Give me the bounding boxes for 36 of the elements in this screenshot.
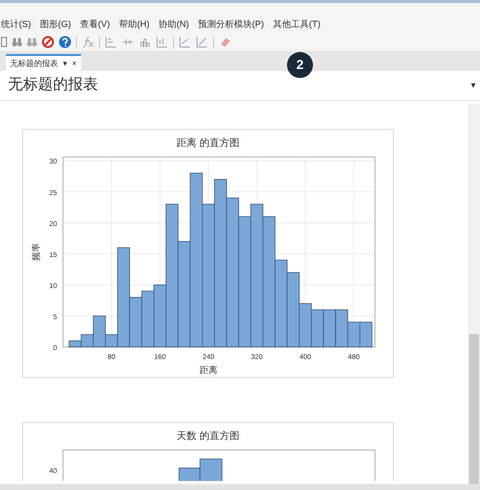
function-icon[interactable] [82, 36, 94, 48]
chart-tool-icon[interactable] [105, 36, 117, 48]
scatter-icon[interactable] [179, 36, 191, 48]
page-icon[interactable] [1, 37, 7, 47]
scrollbar[interactable] [468, 104, 480, 484]
x-axis-label: 距离 [199, 365, 218, 375]
tab-menu-button[interactable]: ▾ [63, 58, 67, 70]
menu-item[interactable]: 统计(S) [1, 18, 31, 32]
binoculars-icon[interactable] [27, 37, 37, 47]
report-title: 无标题的报表 [8, 75, 98, 96]
step-badge: 2 [287, 52, 313, 78]
menu-item[interactable]: 预测分析模块(P) [198, 18, 264, 32]
close-tab-button[interactable]: × [72, 58, 77, 70]
chart-title: 距离 的直方图 [176, 138, 240, 149]
menu-item[interactable]: 图形(G) [40, 18, 71, 32]
histogram-bar [323, 309, 336, 348]
chart-title: 天数 的直方图 [176, 431, 240, 442]
cancel-icon[interactable] [42, 36, 54, 48]
menu-item[interactable]: 其他工具(T) [273, 18, 320, 32]
scatter-icon[interactable] [196, 36, 208, 48]
eraser-icon[interactable] [219, 36, 231, 48]
help-icon[interactable] [59, 36, 71, 48]
histogram-bar [141, 290, 154, 348]
scrollbar-thumb[interactable] [469, 334, 479, 484]
histogram-bar [360, 322, 372, 348]
chart-tool-icon[interactable] [122, 36, 134, 48]
tab-label: 无标题的报表 [10, 58, 58, 70]
y-axis-label: 频率 [31, 243, 41, 261]
histogram-bar [311, 309, 324, 348]
binoculars-icon[interactable] [12, 37, 22, 47]
menu-item[interactable]: 协助(N) [158, 18, 189, 32]
document-tab[interactable]: 无标题的报表 ▾ × [6, 54, 81, 71]
chart-tool-icon[interactable] [139, 36, 151, 48]
menu-item[interactable]: 帮助(H) [119, 18, 150, 32]
chart-tool-icon[interactable] [156, 36, 168, 48]
menu-item[interactable]: 查看(V) [80, 18, 110, 32]
